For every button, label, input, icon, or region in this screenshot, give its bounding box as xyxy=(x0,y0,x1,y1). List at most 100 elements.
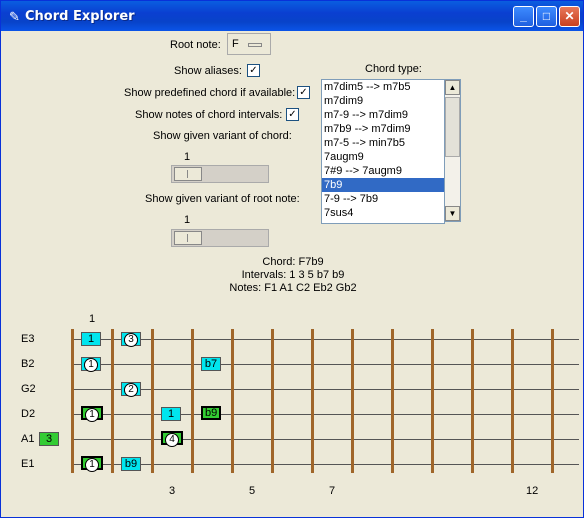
string-line xyxy=(71,364,579,365)
fret-line xyxy=(311,329,314,473)
fret-line xyxy=(391,329,394,473)
string-label: B2 xyxy=(21,358,35,370)
chord-intervals: Intervals: 1 3 5 b7 b9 xyxy=(241,269,345,281)
note-label: b9 xyxy=(205,407,218,419)
string-label: A1 xyxy=(21,433,35,445)
note-label: 1 xyxy=(84,358,98,372)
list-item[interactable]: m7dim5 --> m7b5 xyxy=(322,80,444,94)
chord-notes: Notes: F1 A1 C2 Eb2 Gb2 xyxy=(229,282,357,294)
string-line xyxy=(71,464,579,465)
arrow-up-icon: ▲ xyxy=(448,83,457,92)
note-label: 4 xyxy=(165,433,179,447)
variant-root-label: Show given variant of root note: xyxy=(145,193,300,205)
list-item[interactable]: 7augm9 xyxy=(322,150,444,164)
fret-note[interactable]: 2 xyxy=(121,382,141,397)
window-title: Chord Explorer xyxy=(25,9,135,24)
fret-number: 12 xyxy=(526,485,539,497)
note-label: 3 xyxy=(124,333,138,347)
note-label: 1 xyxy=(85,408,99,422)
fret-note[interactable]: 1 xyxy=(81,332,101,346)
fret-note[interactable]: b9 xyxy=(201,406,222,420)
variant-chord-label: Show given variant of chord: xyxy=(153,130,292,142)
list-item[interactable]: 7sus4 xyxy=(322,206,444,220)
list-item-selected[interactable]: 7b9 xyxy=(322,178,444,192)
list-item[interactable]: 7-9 --> 7b9 xyxy=(322,192,444,206)
fret-note[interactable]: 3 xyxy=(39,432,59,446)
chord-type-label: Chord type: xyxy=(365,63,422,75)
fret-note[interactable]: 1 xyxy=(161,407,181,421)
list-item[interactable]: m7dim9 xyxy=(322,94,444,108)
note-label: 1 xyxy=(167,408,175,420)
note-label: b7 xyxy=(204,358,218,370)
show-aliases-label: Show aliases: xyxy=(174,65,242,77)
string-label: G2 xyxy=(21,383,36,395)
note-label: 1 xyxy=(85,458,99,472)
fret-line xyxy=(551,329,554,473)
fret-line xyxy=(191,329,194,473)
fret-note[interactable]: 1 xyxy=(81,406,103,422)
fret-line xyxy=(271,329,274,473)
fret-note[interactable]: b9 xyxy=(121,457,141,471)
chord-type-listbox[interactable]: m7dim5 --> m7b5 m7dim9 m7-9 --> m7dim9 m… xyxy=(321,79,445,224)
chord-type-scrollbar[interactable]: ▲ ▼ xyxy=(444,79,461,222)
fret-line xyxy=(511,329,514,473)
variant-root-slider[interactable] xyxy=(171,229,269,247)
fret-note[interactable]: 3 xyxy=(121,332,141,347)
close-button[interactable]: ✕ xyxy=(559,6,580,27)
fret-line xyxy=(351,329,354,473)
string-line xyxy=(71,389,579,390)
slider-thumb[interactable] xyxy=(174,231,202,245)
root-note-select[interactable]: F xyxy=(227,33,271,55)
string-line xyxy=(71,439,579,440)
note-label: 1 xyxy=(87,333,95,345)
fret-note[interactable]: 4 xyxy=(161,431,183,447)
minimize-button[interactable]: _ xyxy=(513,6,534,27)
fret-number: 5 xyxy=(249,485,256,497)
string-line xyxy=(71,339,579,340)
maximize-button[interactable]: □ xyxy=(536,6,557,27)
fret-line xyxy=(471,329,474,473)
chord-explorer-window: ✎ Chord Explorer _ □ ✕ Root note: F Show… xyxy=(0,0,584,518)
show-notes-label: Show notes of chord intervals: xyxy=(135,109,283,121)
fret-top-label: 1 xyxy=(89,313,96,325)
variant-chord-slider[interactable] xyxy=(171,165,269,183)
list-item[interactable]: m7b9 --> m7dim9 xyxy=(322,122,444,136)
note-label: 3 xyxy=(45,433,53,445)
list-item[interactable]: m7-5 --> min7b5 xyxy=(322,136,444,150)
list-item[interactable]: m7-9 --> m7dim9 xyxy=(322,108,444,122)
fret-line xyxy=(151,329,154,473)
title-bar[interactable]: ✎ Chord Explorer _ □ ✕ xyxy=(1,1,583,31)
note-label: b9 xyxy=(124,458,138,470)
root-note-label: Root note: xyxy=(170,39,221,51)
fret-line xyxy=(111,329,114,473)
string-label: E1 xyxy=(21,458,35,470)
string-label: D2 xyxy=(21,408,36,420)
fret-number: 3 xyxy=(169,485,176,497)
chord-name: Chord: F7b9 xyxy=(262,256,324,268)
fret-number: 7 xyxy=(329,485,336,497)
scroll-thumb[interactable] xyxy=(445,97,460,157)
arrow-down-icon: ▼ xyxy=(448,209,457,218)
list-item[interactable]: 7#9 --> 7augm9 xyxy=(322,164,444,178)
show-aliases-checkbox[interactable]: ✓ xyxy=(247,64,260,77)
show-predefined-checkbox[interactable]: ✓ xyxy=(297,86,310,99)
option-menu-indicator-icon xyxy=(248,43,262,47)
note-label: 2 xyxy=(124,383,138,397)
scroll-up-button[interactable]: ▲ xyxy=(445,80,460,95)
minimize-icon: _ xyxy=(520,9,527,23)
variant-root-value: 1 xyxy=(184,214,191,226)
show-notes-checkbox[interactable]: ✓ xyxy=(286,108,299,121)
variant-chord-value: 1 xyxy=(184,151,191,163)
maximize-icon: □ xyxy=(542,9,551,23)
scroll-down-button[interactable]: ▼ xyxy=(445,206,460,221)
fret-note[interactable]: 1 xyxy=(81,456,103,472)
show-predefined-label: Show predefined chord if available: xyxy=(124,87,296,99)
fret-note[interactable]: b7 xyxy=(201,357,221,371)
fret-line xyxy=(431,329,434,473)
slider-thumb[interactable] xyxy=(174,167,202,181)
close-icon: ✕ xyxy=(564,9,575,23)
fret-line xyxy=(231,329,234,473)
fret-note[interactable]: 1 xyxy=(81,357,101,372)
feather-icon: ✎ xyxy=(9,9,20,24)
root-note-value: F xyxy=(232,38,239,50)
